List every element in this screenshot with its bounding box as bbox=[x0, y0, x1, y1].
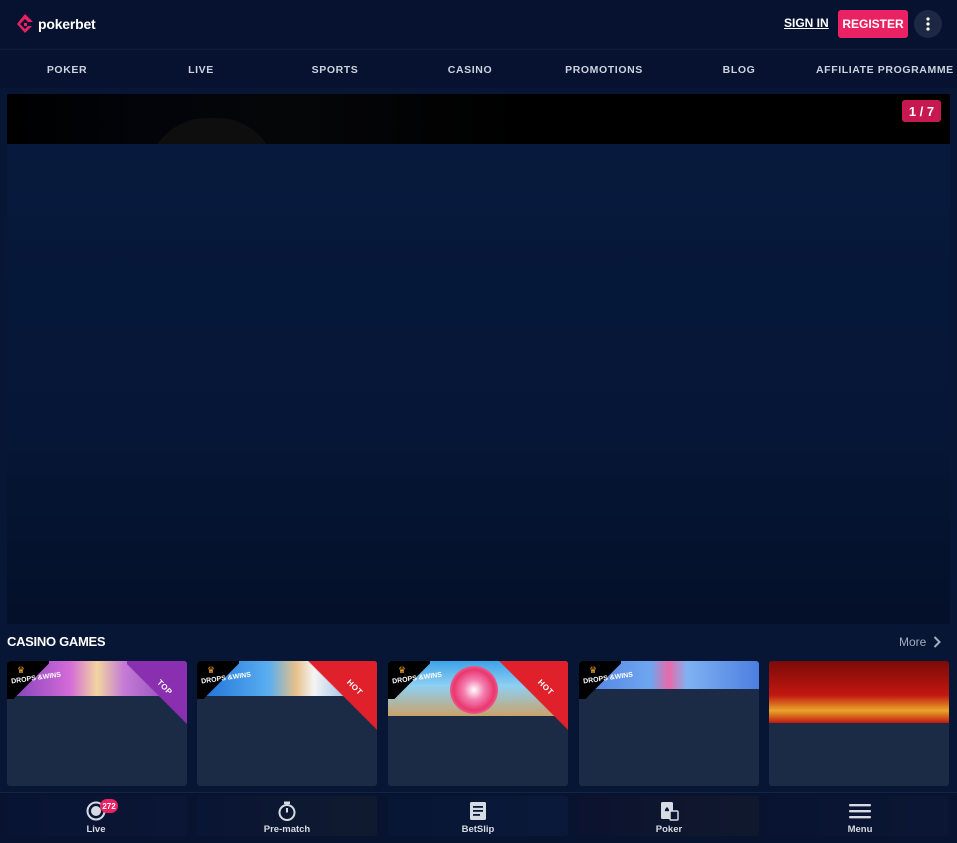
nav-live[interactable]: LIVE bbox=[188, 50, 214, 88]
game-card[interactable]: ♛ DROPS &WINS bbox=[579, 661, 759, 786]
logo-text: pokerbet bbox=[38, 16, 96, 32]
poker-card-icon bbox=[661, 802, 679, 821]
live-count-badge: 272 bbox=[100, 799, 118, 813]
logo[interactable]: pokerbet bbox=[15, 13, 96, 35]
drops-wins-badge: ♛ DROPS &WINS bbox=[579, 661, 633, 699]
tab-live[interactable]: Live bbox=[56, 793, 136, 843]
tab-menu[interactable]: Menu bbox=[820, 793, 900, 843]
crown-icon: ♛ bbox=[398, 665, 407, 675]
nav-promotions[interactable]: PROMOTIONS bbox=[565, 50, 643, 88]
top-header: pokerbet SIGN IN REGISTER bbox=[0, 0, 957, 48]
tab-menu-label: Menu bbox=[847, 824, 873, 835]
crown-icon: ♛ bbox=[17, 665, 26, 675]
crown-icon: ♛ bbox=[589, 665, 598, 675]
more-link[interactable]: More bbox=[899, 635, 942, 649]
tab-pre-match[interactable]: Pre-match bbox=[247, 793, 327, 843]
tab-poker[interactable]: Poker bbox=[629, 793, 709, 843]
tab-pre-match-label: Pre-match bbox=[263, 824, 311, 835]
game-thumbnail bbox=[769, 661, 949, 723]
game-card[interactable]: HOT ♛ DROPS &WINS bbox=[197, 661, 377, 786]
nav-casino[interactable]: CASINO bbox=[448, 50, 492, 88]
promo-banner-slider[interactable] bbox=[7, 94, 950, 624]
drops-wins-badge: ♛ DROPS &WINS bbox=[7, 661, 61, 699]
drops-wins-badge: ♛ DROPS &WINS bbox=[388, 661, 442, 699]
candy-graphic bbox=[450, 666, 498, 714]
tab-live-label: Live bbox=[86, 824, 106, 835]
bottom-tab-bar: Live Pre-match BetSlip Poker Menu bbox=[0, 792, 957, 843]
more-options-button[interactable] bbox=[914, 10, 942, 38]
menu-icon bbox=[849, 804, 871, 819]
nav-blog[interactable]: BLOG bbox=[723, 50, 756, 88]
more-label: More bbox=[899, 635, 927, 649]
sign-in-link[interactable]: SIGN IN bbox=[784, 16, 829, 30]
tab-betslip[interactable]: BetSlip bbox=[438, 793, 518, 843]
chevron-right-icon bbox=[934, 636, 942, 648]
drops-wins-badge: ♛ DROPS &WINS bbox=[197, 661, 251, 699]
game-card[interactable]: HOT ♛ DROPS &WINS bbox=[388, 661, 568, 786]
banner-image-strip bbox=[7, 94, 950, 144]
tab-poker-label: Poker bbox=[655, 824, 683, 835]
kebab-menu-icon bbox=[926, 17, 930, 31]
register-button[interactable]: REGISTER bbox=[838, 10, 908, 38]
slide-counter: 1 / 7 bbox=[902, 100, 941, 122]
casino-games-title: CASINO GAMES bbox=[7, 634, 106, 649]
nav-poker[interactable]: POKER bbox=[47, 50, 87, 88]
main-nav: POKER LIVE SPORTS CASINO PROMOTIONS BLOG… bbox=[0, 49, 957, 88]
betslip-icon bbox=[470, 802, 486, 820]
stopwatch-icon bbox=[278, 801, 296, 821]
banner-overlay bbox=[7, 144, 950, 624]
game-card[interactable] bbox=[769, 661, 949, 786]
crown-icon: ♛ bbox=[207, 665, 216, 675]
game-card[interactable]: TOP ♛ DROPS &WINS bbox=[7, 661, 187, 786]
nav-sports[interactable]: SPORTS bbox=[312, 50, 359, 88]
tab-betslip-label: BetSlip bbox=[461, 824, 495, 835]
pokerbet-logo-icon bbox=[17, 14, 33, 33]
nav-affiliate-programme[interactable]: AFFILIATE PROGRAMME bbox=[816, 50, 954, 88]
